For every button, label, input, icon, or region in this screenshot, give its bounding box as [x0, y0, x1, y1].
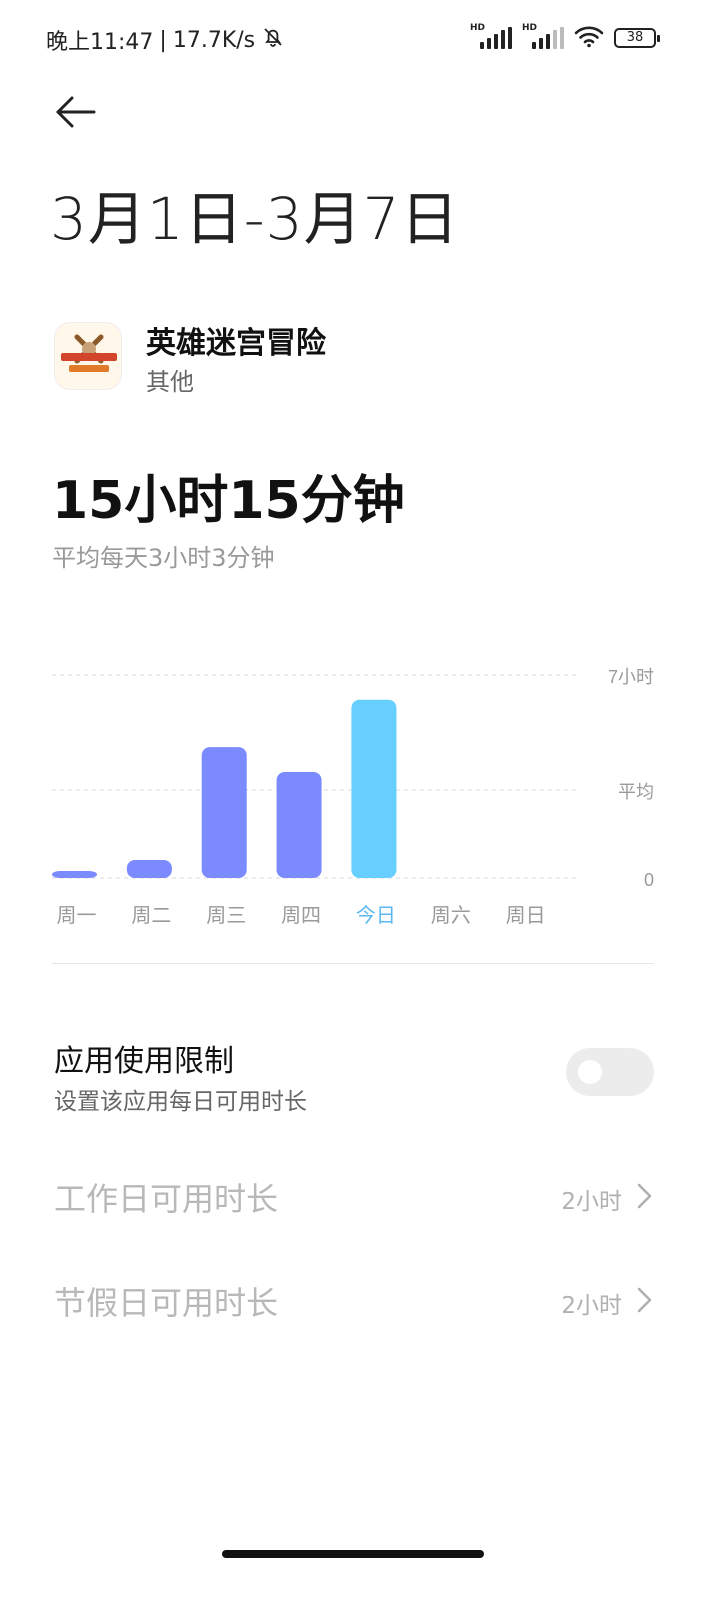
- usage-bar: [52, 871, 97, 878]
- workday-limit-value: 2小时: [561, 1189, 622, 1215]
- chevron-right-icon: [637, 1183, 652, 1209]
- date-range-title: 3月1日-3月7日: [50, 185, 460, 253]
- home-indicator[interactable]: [222, 1550, 484, 1558]
- x-tick-label: 周一: [57, 905, 97, 927]
- x-tick-label: 周三: [206, 905, 246, 927]
- signal-icon-2: HD: [522, 23, 564, 49]
- workday-limit-row[interactable]: 工作日可用时长 2小时: [54, 1174, 654, 1234]
- app-icon: [54, 322, 122, 390]
- y-tick-label: 7小时: [608, 667, 654, 687]
- usage-bar: [201, 747, 247, 878]
- x-tick-label: 周六: [431, 904, 471, 927]
- workday-limit-label: 工作日可用时长: [54, 1180, 279, 1218]
- status-bar: 晚上11:47 | 17.7K/s HD HD 38: [0, 0, 720, 78]
- total-usage: 15小时15分钟: [52, 471, 405, 531]
- usage-limit-subtitle: 设置该应用每日可用时长: [54, 1089, 307, 1115]
- app-name: 英雄迷宫冒险: [146, 326, 326, 361]
- chevron-right-icon: [637, 1287, 652, 1313]
- network-speed: 17.7K/s: [172, 27, 256, 53]
- clock: 晚上11:47: [46, 30, 154, 55]
- signal-icon: HD: [470, 23, 512, 49]
- x-tick-label: 周四: [281, 905, 321, 927]
- app-category: 其他: [146, 368, 194, 396]
- toggle-knob: [578, 1060, 602, 1084]
- y-tick-label: 平均: [618, 782, 654, 802]
- back-arrow-icon: [56, 96, 96, 128]
- usage-bar-chart: 7小时平均 0 周一 周二 周三 周四 今日 周六 周日: [52, 667, 654, 927]
- holiday-limit-row[interactable]: 节假日可用时长 2小时: [54, 1278, 654, 1338]
- mute-bell-icon: [261, 25, 285, 55]
- wifi-icon: [574, 24, 604, 52]
- y-tick-label: 0: [644, 870, 654, 890]
- average-usage: 平均每天3小时3分钟: [52, 544, 275, 572]
- holiday-limit-value: 2小时: [561, 1293, 622, 1319]
- battery-icon: 38: [614, 28, 660, 48]
- usage-bar: [126, 859, 172, 878]
- x-tick-label: 周日: [506, 905, 546, 927]
- x-tick-label: 今日: [356, 904, 396, 927]
- usage-bar: [276, 771, 322, 878]
- back-button[interactable]: [52, 92, 100, 132]
- usage-limit-toggle[interactable]: [566, 1048, 654, 1096]
- usage-limit-title: 应用使用限制: [54, 1044, 234, 1079]
- divider: [52, 963, 654, 964]
- x-tick-label: 周二: [131, 905, 171, 927]
- status-separator: |: [159, 27, 167, 53]
- holiday-limit-label: 节假日可用时长: [54, 1284, 279, 1322]
- usage-bar: [351, 699, 397, 878]
